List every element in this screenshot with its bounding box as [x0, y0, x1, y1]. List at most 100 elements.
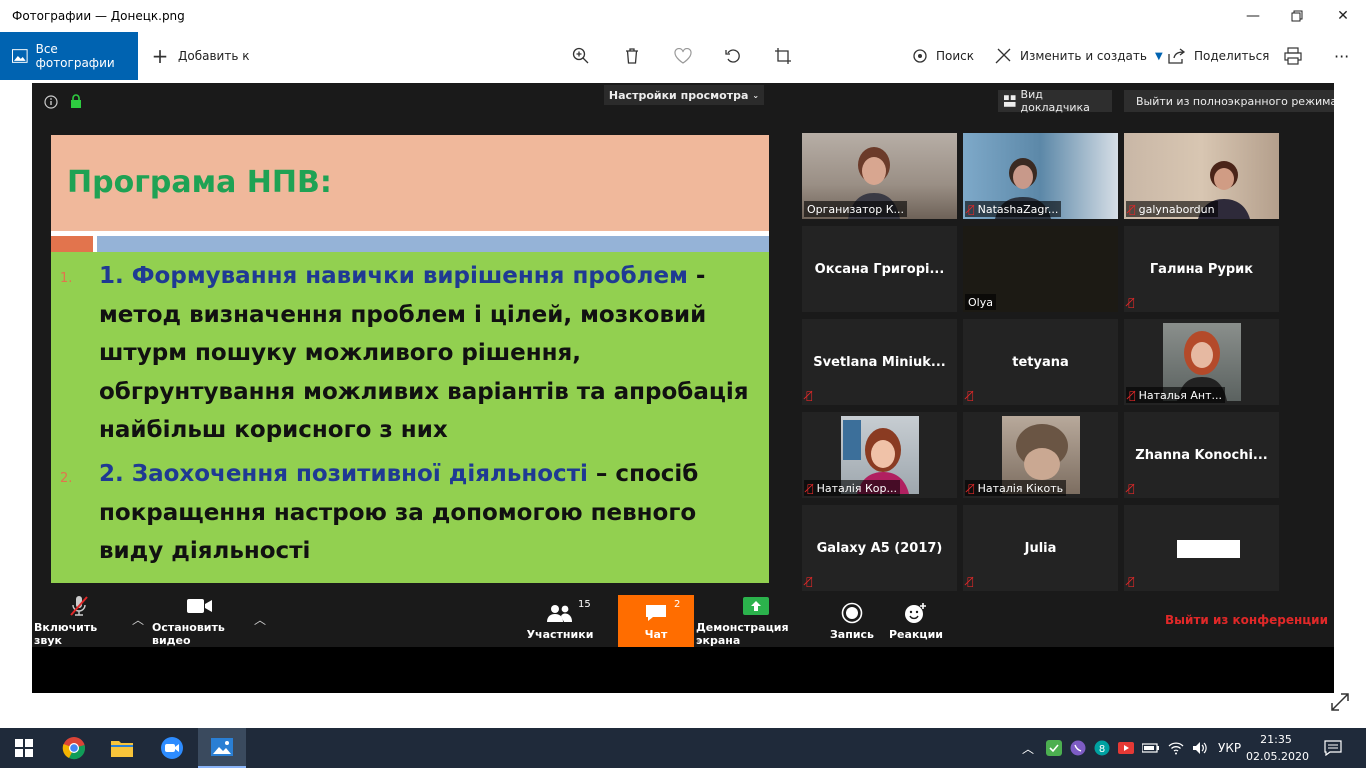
participants-count: 15 — [578, 599, 591, 610]
photos-app-icon — [211, 738, 233, 756]
windows-logo-icon — [15, 739, 33, 757]
participant-label: Olya — [965, 294, 996, 310]
tray-wifi-icon[interactable] — [1168, 728, 1184, 768]
edit-create-label: Изменить и создать — [1020, 49, 1147, 63]
chat-button[interactable]: Чат — [618, 595, 694, 647]
rotate-icon — [725, 49, 740, 63]
participant-tile[interactable]: Организатор К... — [802, 133, 957, 219]
leave-meeting-button[interactable]: Выйти из конференции — [1165, 613, 1328, 627]
tray-security-icon[interactable] — [1046, 728, 1062, 768]
maximize-button[interactable] — [1274, 0, 1320, 32]
share-screen-label: Демонстрация экрана — [696, 621, 789, 647]
taskbar-chrome[interactable] — [50, 728, 98, 768]
participant-name: Наталія Кікоть — [977, 481, 1064, 495]
zoom-app-icon — [161, 737, 183, 759]
participant-tile[interactable]: Olya — [963, 226, 1118, 312]
edit-create-button[interactable]: Изменить и создать ▼ — [994, 32, 1163, 80]
reactions-label: Реакции — [889, 627, 943, 641]
zoom-in-button[interactable] — [572, 32, 590, 80]
minimize-button[interactable]: — — [1230, 0, 1276, 32]
language-indicator[interactable]: УКР — [1218, 728, 1241, 768]
participants-icon — [547, 602, 573, 624]
participant-name: Наталія Кор... — [816, 481, 897, 495]
info-icon[interactable] — [44, 94, 58, 113]
action-center-button[interactable] — [1324, 728, 1342, 768]
participant-name: Организатор К... — [807, 202, 905, 216]
mic-muted-icon: 🎙̸ — [1128, 482, 1135, 495]
tray-viber-icon[interactable] — [1070, 728, 1086, 768]
participant-tile[interactable]: 🎙̸ Наталія Кор... — [802, 412, 957, 498]
participant-label: 🎙̸ Наталія Кікоть — [965, 480, 1067, 496]
print-button[interactable] — [1284, 32, 1302, 80]
view-settings-button[interactable]: Настройки просмотра ⌄ — [604, 85, 764, 105]
participant-tile[interactable]: Galaxy A5 (2017) 🎙̸ — [802, 505, 957, 591]
participant-tile[interactable]: Julia 🎙̸ — [963, 505, 1118, 591]
mic-off-icon — [69, 595, 89, 617]
tray-video-icon[interactable] — [1118, 728, 1134, 768]
speaker-view-button[interactable]: Вид докладчика — [998, 88, 1112, 114]
tray-volume-icon[interactable] — [1192, 728, 1208, 768]
crop-button[interactable] — [774, 32, 792, 80]
audio-options-chevron-up-icon[interactable]: ︿ — [132, 611, 144, 628]
all-photos-button[interactable]: Все фотографии — [0, 32, 138, 80]
redacted-name-box — [1177, 540, 1240, 558]
share-screen-button[interactable]: Демонстрация экрана — [696, 595, 816, 647]
participant-tile[interactable]: Svetlana Miniuk... 🎙̸ — [802, 319, 957, 405]
participant-name: Zhanna Konochi... — [1135, 447, 1268, 463]
lock-icon[interactable] — [70, 93, 82, 112]
slide-item-2-number: 2. — [60, 471, 73, 486]
taskbar-zoom[interactable] — [148, 728, 196, 768]
mic-muted-icon: 🎙̸ — [967, 575, 974, 588]
add-to-button[interactable]: + Добавить к — [150, 32, 250, 80]
printer-icon — [1284, 47, 1302, 65]
stop-video-button[interactable]: Остановить видео — [152, 595, 248, 647]
participant-label: 🎙̸ Наталья Ант... — [1126, 387, 1226, 403]
participant-tile[interactable]: 🎙̸ Наталія Кікоть — [963, 412, 1118, 498]
tray-battery-icon[interactable] — [1142, 728, 1160, 768]
tray-app-icon[interactable]: 8 — [1094, 728, 1110, 768]
record-button[interactable]: Запись — [828, 595, 876, 647]
all-photos-label: Все фотографии — [35, 42, 115, 70]
taskbar-photos[interactable] — [198, 728, 246, 768]
participant-tile[interactable]: Галина Рурик 🎙̸ — [1124, 226, 1279, 312]
slide-accent-orange — [51, 236, 93, 252]
fullscreen-expand-icon[interactable] — [1330, 692, 1354, 716]
more-button[interactable]: ··· — [1334, 32, 1349, 80]
window-titlebar: Фотографии — Донецк.png — ✕ — [0, 0, 1366, 32]
photo-viewer: Настройки просмотра ⌄ Вид докладчика Вый… — [0, 80, 1366, 728]
favorite-button[interactable] — [674, 32, 692, 80]
reactions-button[interactable]: Реакции — [888, 595, 944, 647]
video-options-chevron-up-icon[interactable]: ︿ — [254, 611, 266, 628]
slide-accent-blue — [97, 236, 769, 252]
start-button[interactable] — [0, 728, 48, 768]
close-button[interactable]: ✕ — [1320, 0, 1366, 32]
mic-muted-icon: 🎙̸ — [968, 202, 975, 216]
chat-count: 2 — [674, 599, 681, 610]
participant-tile[interactable]: 🎙̸ NatashaZagr... — [963, 133, 1118, 219]
participant-tile[interactable]: 🎙̸ — [1124, 505, 1279, 591]
taskbar-file-explorer[interactable] — [98, 728, 146, 768]
participant-tile[interactable]: 🎙̸ galynabordun — [1124, 133, 1279, 219]
mic-muted-icon: 🎙̸ — [1129, 202, 1136, 216]
participant-tile[interactable]: tetyana 🎙̸ — [963, 319, 1118, 405]
mic-muted-icon: 🎙̸ — [806, 575, 813, 588]
participant-label: Организатор К... — [804, 201, 908, 217]
show-hidden-icons-button[interactable]: ︿ — [1022, 728, 1034, 768]
participant-tile[interactable]: Zhanna Konochi... 🎙̸ — [1124, 412, 1279, 498]
zoom-in-icon — [572, 47, 589, 64]
participant-tile[interactable]: 🎙̸ Наталья Ант... — [1124, 319, 1279, 405]
search-button[interactable]: Поиск — [912, 32, 974, 80]
chevron-up-icon: ︿ — [1022, 741, 1035, 756]
unmute-button[interactable]: Включить звук — [34, 595, 124, 647]
zoom-topbar: Настройки просмотра ⌄ Вид докладчика Вый… — [32, 83, 1334, 117]
participant-tile[interactable]: Оксана Григорі... — [802, 226, 957, 312]
exit-fullscreen-button[interactable]: Выйти из полноэкранного режима — [1124, 90, 1334, 112]
rotate-button[interactable] — [724, 32, 742, 80]
participant-name: NatashaZagr... — [977, 202, 1059, 216]
share-button[interactable]: Поделиться — [1168, 32, 1269, 80]
photo-icon — [12, 49, 28, 63]
photos-toolbar: Все фотографии + Добавить к Поиск Измени… — [0, 32, 1366, 80]
delete-button[interactable] — [624, 32, 640, 80]
taskbar-clock[interactable]: 21:35 02.05.2020 — [1246, 731, 1309, 765]
svg-text:8: 8 — [1099, 744, 1105, 755]
